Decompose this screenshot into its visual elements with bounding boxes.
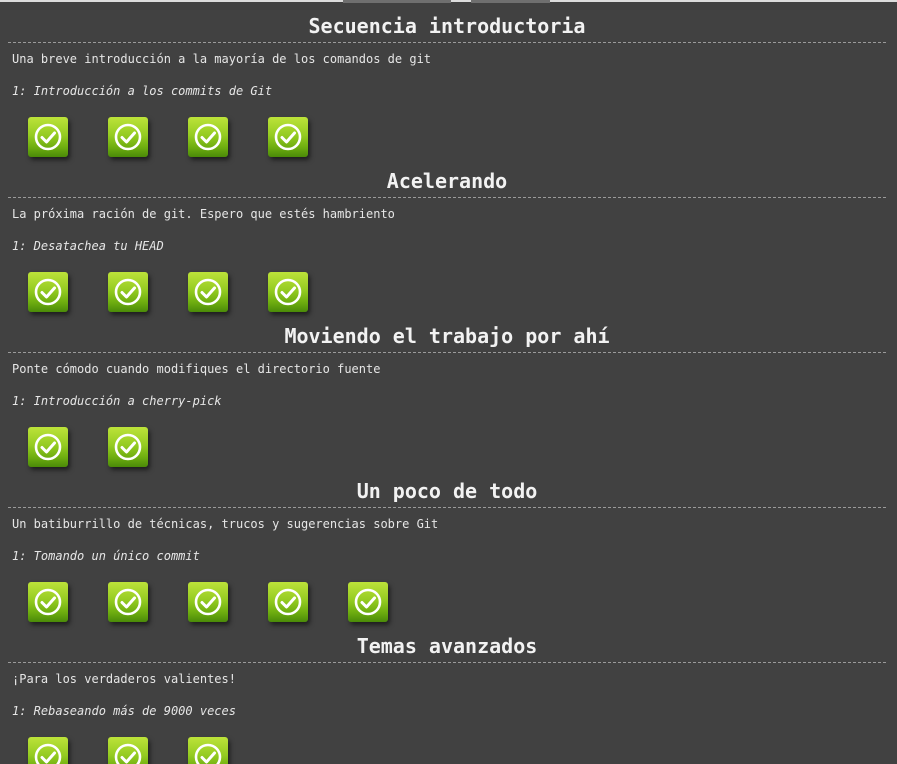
sequence-description: Un batiburrillo de técnicas, trucos y su…: [12, 517, 439, 531]
sequence-description: La próxima ración de git. Espero que est…: [12, 207, 395, 221]
sequence-advanced: Temas avanzados ¡Para los verdaderos vali…: [8, 620, 886, 764]
sequence-mixed: Un poco de todo Un batiburrillo de técnic…: [8, 465, 886, 622]
checkmark-icon: [114, 123, 142, 151]
sequence-title: Secuencia introductoria: [308, 14, 586, 38]
checkmark-icon: [194, 588, 222, 616]
level-button-5[interactable]: [348, 582, 388, 622]
level-button-2[interactable]: [108, 427, 148, 467]
level-button-4[interactable]: [268, 582, 308, 622]
level-name-label: 1: Introducción a los commits de Git: [12, 84, 273, 98]
checkmark-icon: [34, 123, 62, 151]
level-button-1[interactable]: [28, 582, 68, 622]
sequence-move: Moviendo el trabajo por ahí Ponte cómodo …: [8, 310, 886, 467]
level-name-label: 1: Tomando un único commit: [12, 549, 200, 563]
sequence-title: Temas avanzados: [356, 634, 538, 658]
checkmark-icon: [194, 278, 222, 306]
sequence-divider: [8, 507, 886, 508]
level-button-1[interactable]: [28, 427, 68, 467]
level-button-2[interactable]: [108, 117, 148, 157]
level-button-4[interactable]: [268, 272, 308, 312]
checkmark-icon: [274, 123, 302, 151]
level-button-1[interactable]: [28, 737, 68, 764]
sequence-title: Un poco de todo: [356, 479, 538, 503]
sequence-divider: [8, 662, 886, 663]
checkmark-icon: [114, 743, 142, 764]
level-button-3[interactable]: [188, 117, 228, 157]
level-button-1[interactable]: [28, 272, 68, 312]
level-button-2[interactable]: [108, 272, 148, 312]
sequence-title: Acelerando: [386, 169, 508, 193]
checkmark-icon: [114, 588, 142, 616]
sequence-rampup: Acelerando La próxima ración de git. Espe…: [8, 155, 886, 312]
level-button-4[interactable]: [268, 117, 308, 157]
checkmark-icon: [114, 278, 142, 306]
sequence-intro: Secuencia introductoria Una breve introdu…: [8, 0, 886, 157]
level-button-2[interactable]: [108, 737, 148, 764]
checkmark-icon: [194, 123, 222, 151]
checkmark-icon: [34, 743, 62, 764]
level-button-1[interactable]: [28, 117, 68, 157]
level-name-label: 1: Introducción a cherry-pick: [12, 394, 222, 408]
level-button-3[interactable]: [188, 737, 228, 764]
sequence-description: Ponte cómodo cuando modifiques el direct…: [12, 362, 381, 376]
sequence-list: Secuencia introductoria Una breve introdu…: [0, 0, 897, 764]
sequence-divider: [8, 352, 886, 353]
sequence-description: ¡Para los verdaderos valientes!: [12, 672, 236, 686]
checkmark-icon: [354, 588, 382, 616]
level-button-2[interactable]: [108, 582, 148, 622]
level-button-3[interactable]: [188, 582, 228, 622]
checkmark-icon: [34, 433, 62, 461]
level-button-3[interactable]: [188, 272, 228, 312]
checkmark-icon: [274, 588, 302, 616]
sequence-divider: [8, 197, 886, 198]
checkmark-icon: [34, 278, 62, 306]
checkmark-icon: [34, 588, 62, 616]
checkmark-icon: [194, 743, 222, 764]
level-name-label: 1: Desatachea tu HEAD: [12, 239, 164, 253]
sequence-title: Moviendo el trabajo por ahí: [284, 324, 610, 348]
checkmark-icon: [274, 278, 302, 306]
sequence-divider: [8, 42, 886, 43]
checkmark-icon: [114, 433, 142, 461]
level-name-label: 1: Rebaseando más de 9000 veces: [12, 704, 236, 718]
sequence-description: Una breve introducción a la mayoría de l…: [12, 52, 432, 66]
